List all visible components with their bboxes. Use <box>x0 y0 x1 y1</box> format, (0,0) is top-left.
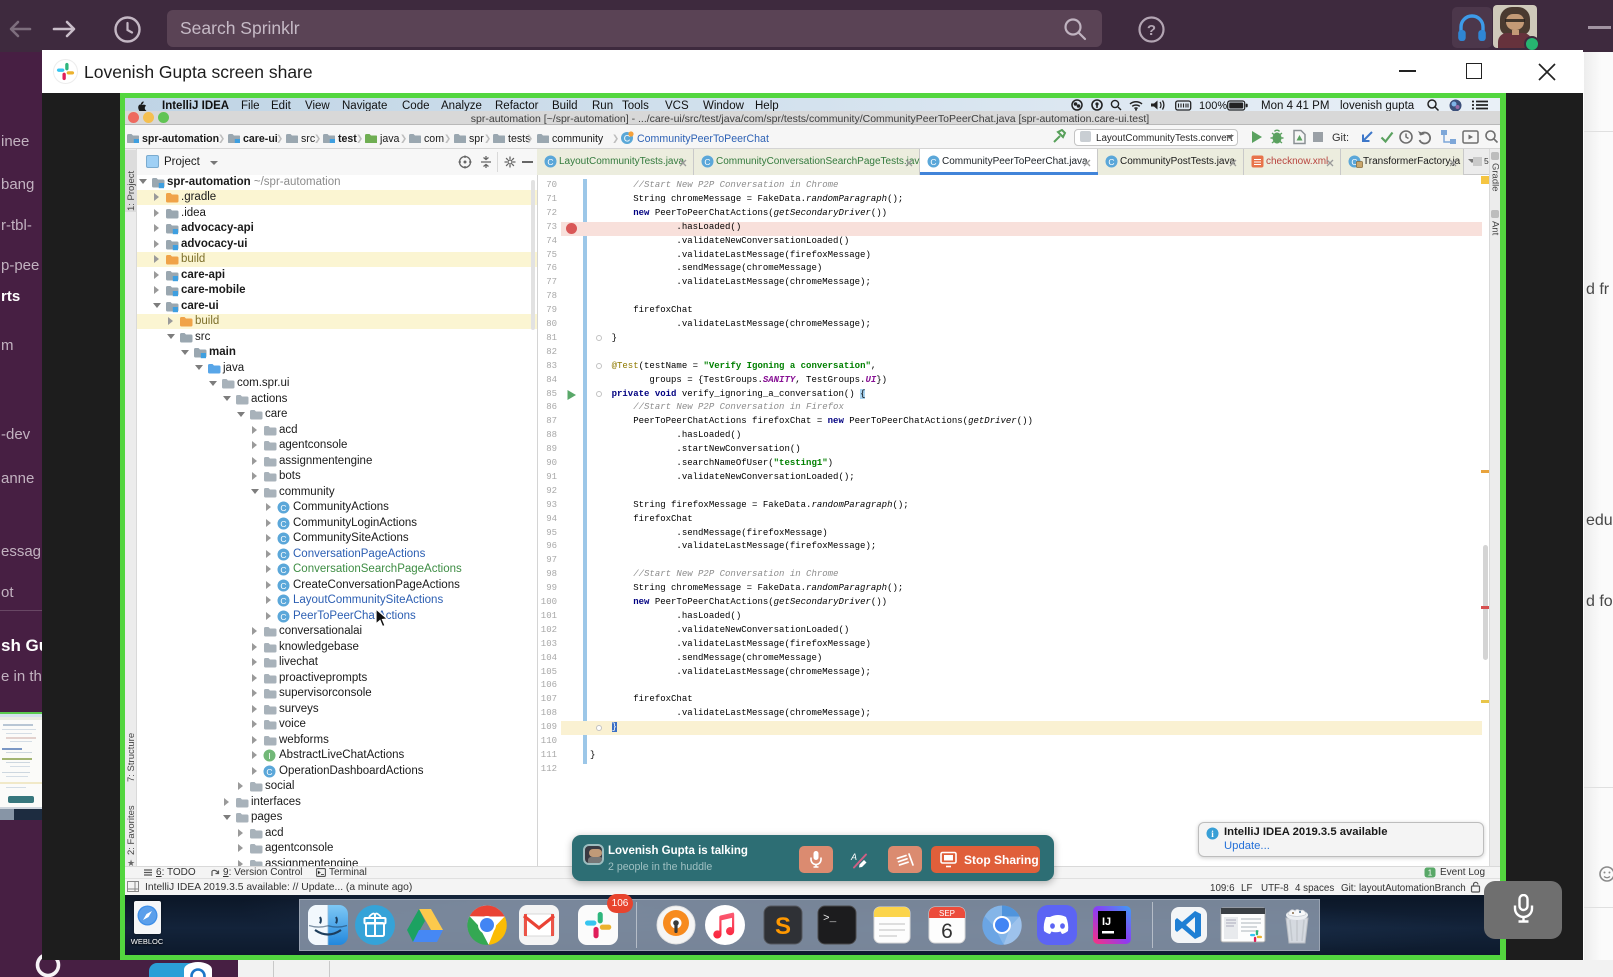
svg-text:C: C <box>280 519 286 529</box>
svg-text:C: C <box>280 565 286 575</box>
svg-text:C: C <box>280 550 286 560</box>
svg-text:C: C <box>547 157 553 167</box>
svg-text:C: C <box>280 503 286 513</box>
svg-text:C: C <box>930 157 936 167</box>
svg-text:S: S <box>775 913 791 940</box>
svg-text:C: C <box>280 612 286 622</box>
svg-text:C: C <box>280 596 286 606</box>
svg-text:?: ? <box>1147 22 1156 39</box>
svg-text:>_: >_ <box>823 913 837 925</box>
svg-text:I: I <box>268 751 270 761</box>
svg-text:SEP: SEP <box>939 909 955 918</box>
svg-text:C: C <box>266 767 272 777</box>
svg-text:1: 1 <box>1428 869 1433 878</box>
svg-text:6: 6 <box>941 920 953 943</box>
svg-text:IJ: IJ <box>1102 916 1111 928</box>
svg-text:C: C <box>280 581 286 591</box>
svg-text:A: A <box>850 852 857 862</box>
svg-text:C: C <box>1108 157 1114 167</box>
svg-text:C: C <box>704 157 710 167</box>
svg-text:C: C <box>280 534 286 544</box>
